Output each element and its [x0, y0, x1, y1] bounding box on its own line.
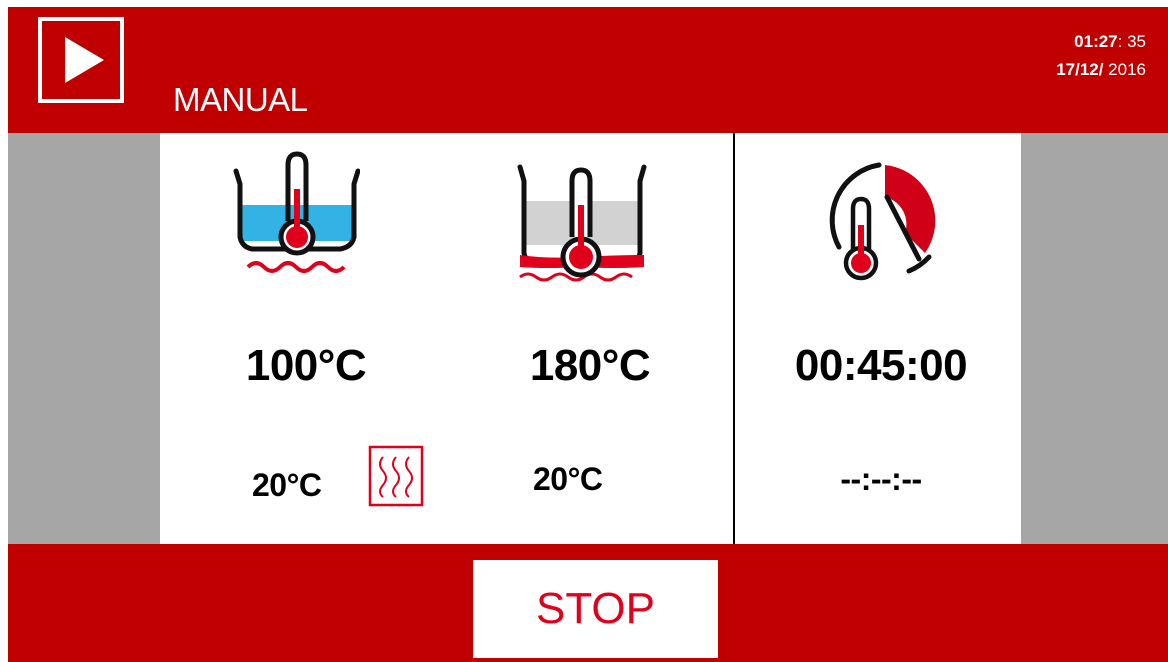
header-bar: MANUAL 01:27: 35 17/12/ 2016: [8, 7, 1168, 133]
timer-current: --:--:--: [840, 461, 922, 497]
water-bath-icon: [233, 151, 360, 273]
timer-column[interactable]: 00:45:00 --:--:--: [735, 133, 1021, 544]
pan-column[interactable]: 180°C 20°C: [446, 133, 733, 544]
pan-current-temp: 20°C: [533, 461, 603, 497]
footer-bar: STOP: [8, 544, 1168, 662]
heating-icon: [368, 445, 424, 507]
time-display: 01:27: 35: [1074, 32, 1146, 51]
stop-button[interactable]: STOP: [473, 560, 718, 658]
panel-divider: [733, 133, 735, 544]
date-display: 17/12/ 2016: [1056, 60, 1146, 79]
play-button[interactable]: [38, 17, 124, 103]
pan-setpoint: 180°C: [529, 341, 651, 390]
pan-probe-icon: [517, 164, 647, 282]
clock: 01:27: 35 17/12/ 2016: [1056, 28, 1146, 84]
mode-label: MANUAL: [173, 81, 308, 118]
main-panel: 100°C 20°C 180°C 20°C 00:45:00 --:--:--: [160, 133, 1021, 544]
play-icon: [65, 37, 104, 83]
bath-setpoint: 100°C: [245, 341, 367, 390]
bath-column[interactable]: 100°C 20°C: [160, 133, 446, 544]
screen: MANUAL 01:27: 35 17/12/ 2016 100°C 20°C: [8, 7, 1168, 662]
thermo-timer-icon: [829, 162, 936, 281]
timer-setpoint: 00:45:00: [794, 341, 968, 390]
bath-current-temp: 20°C: [252, 467, 322, 503]
